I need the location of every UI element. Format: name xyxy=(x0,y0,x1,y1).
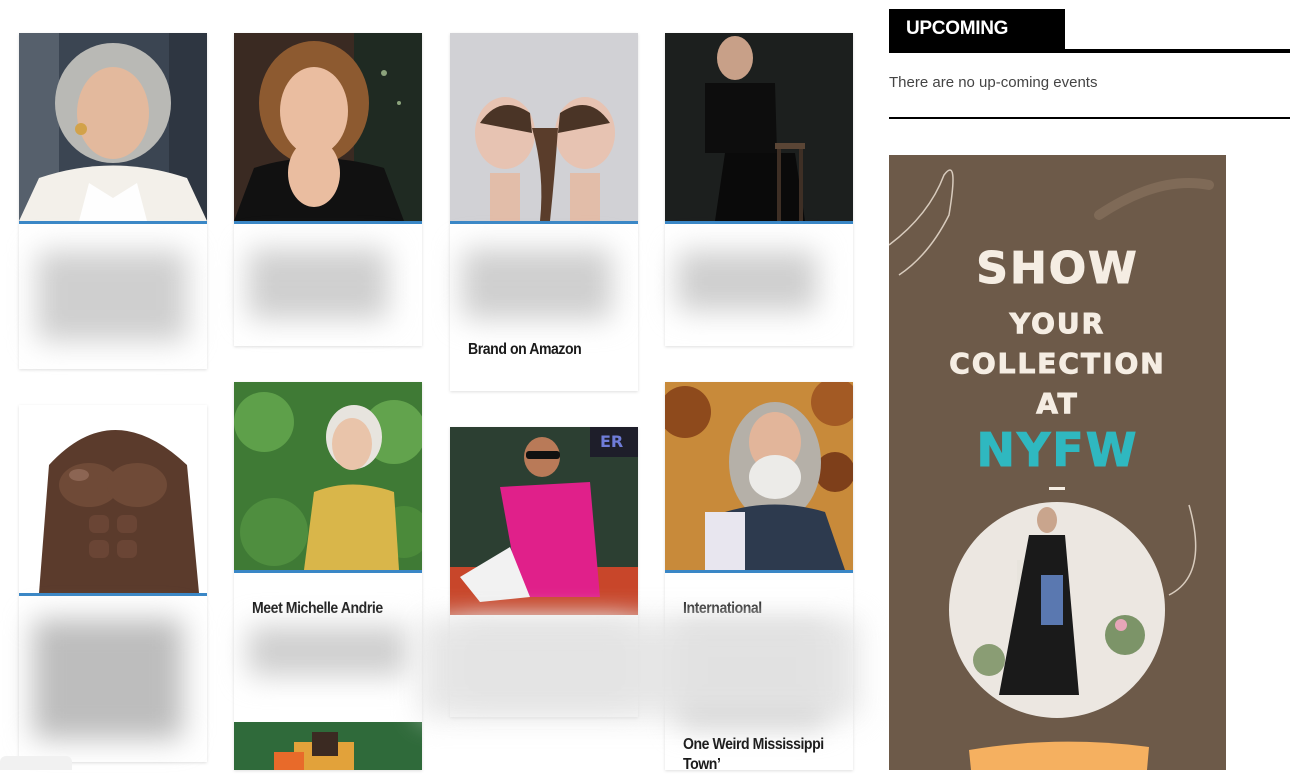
blurred-title xyxy=(248,249,388,319)
ad-line-your: YOUR xyxy=(1009,307,1106,341)
svg-text:ER: ER xyxy=(600,432,623,451)
upcoming-events-title: UPCOMING EVENTS xyxy=(889,9,1065,79)
article-image[interactable] xyxy=(665,382,853,573)
blurred-title xyxy=(33,619,183,739)
article-image[interactable] xyxy=(19,405,207,596)
upcoming-events-header: UPCOMING EVENTS xyxy=(889,9,1290,79)
nyfw-ad-banner[interactable]: SHOW YOUR COLLECTION AT NYFW xyxy=(889,155,1226,770)
ad-line-show: SHOW xyxy=(976,243,1139,295)
bottom-corner-widget[interactable] xyxy=(0,756,72,770)
events-divider xyxy=(889,117,1290,119)
blurred-title xyxy=(37,251,187,341)
article-image[interactable] xyxy=(234,382,422,573)
article-card[interactable]: Brand on Amazon xyxy=(450,33,638,391)
article-card[interactable]: Meet Michelle Andrie xyxy=(234,382,422,770)
article-card[interactable] xyxy=(19,405,207,762)
next-card-image-peek xyxy=(234,722,422,770)
ad-line-at: AT xyxy=(1036,387,1079,421)
article-card[interactable] xyxy=(234,33,422,346)
blurred-title xyxy=(677,251,817,311)
article-image[interactable] xyxy=(450,33,638,224)
article-card[interactable] xyxy=(19,33,207,369)
blurred-overlay xyxy=(420,618,860,718)
article-image[interactable] xyxy=(665,33,853,224)
article-title[interactable]: Meet Michelle Andrie xyxy=(252,600,383,618)
no-events-text: There are no up-coming events xyxy=(889,74,1098,91)
article-title-continued: Town’ xyxy=(683,756,721,773)
article-image[interactable]: ER xyxy=(450,427,638,615)
article-title[interactable]: Brand on Amazon xyxy=(468,341,582,359)
article-image[interactable] xyxy=(234,33,422,224)
article-title[interactable]: International xyxy=(683,600,762,618)
article-image[interactable] xyxy=(19,33,207,224)
ad-line-collection: COLLECTION xyxy=(949,347,1166,381)
ad-line-nyfw: NYFW xyxy=(976,423,1139,478)
article-card[interactable] xyxy=(665,33,853,346)
blurred-title xyxy=(462,249,612,319)
article-title-continued: One Weird Mississippi xyxy=(683,736,824,753)
blurred-excerpt xyxy=(248,626,408,676)
